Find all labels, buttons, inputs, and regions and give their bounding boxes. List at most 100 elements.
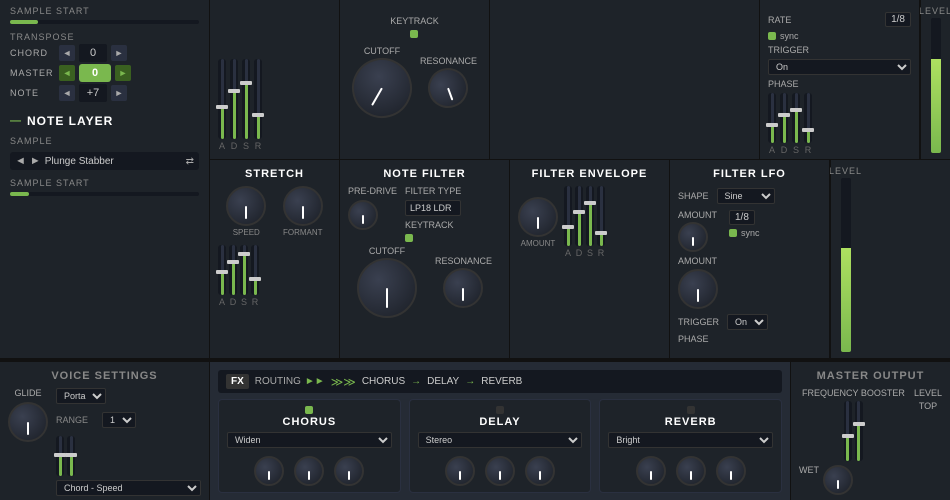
note-filter-cutoff-label: CUTOFF	[369, 246, 405, 256]
chorus-led[interactable]	[305, 406, 313, 414]
shape-dropdown[interactable]: Sine Square Saw	[717, 188, 775, 204]
delay-knob-1[interactable]	[445, 456, 475, 486]
pre-drive-label: PRE-DRIVE	[348, 186, 397, 196]
range-dropdown[interactable]: 1 2	[102, 412, 136, 428]
lfo-sync-label: sync	[741, 228, 760, 238]
stretch-fader-A[interactable]: A	[218, 245, 226, 307]
chorus-knob-2[interactable]	[294, 456, 324, 486]
stretch-fader-R[interactable]: R	[251, 245, 259, 307]
reverb-panel: REVERB Bright	[599, 399, 782, 493]
routing-label: ROUTING	[255, 376, 301, 387]
delay-knob-2[interactable]	[485, 456, 515, 486]
env-fader-D[interactable]: D	[575, 186, 583, 258]
wet-knob[interactable]	[823, 465, 853, 495]
master-decrement[interactable]: ◄	[59, 65, 75, 81]
delay-knob-3[interactable]	[525, 456, 555, 486]
filter-lfo-panel: FILTER LFO SHAPE Sine Square Saw	[670, 160, 830, 358]
lfo-amount-knob[interactable]	[678, 222, 708, 252]
fader-D[interactable]: D	[230, 59, 238, 151]
fader-A[interactable]: A	[218, 59, 226, 151]
env-fader-A[interactable]: A	[564, 186, 572, 258]
note-filter-cutoff-knob[interactable]	[357, 258, 417, 318]
arrow-1-icon: →	[411, 376, 421, 387]
lfo-rate-knob[interactable]	[678, 269, 718, 309]
sample-start-label: SAMPLE START	[10, 6, 199, 16]
prev-sample-btn[interactable]: ◄	[15, 155, 26, 167]
lfo-trigger-dropdown[interactable]: On Off	[727, 314, 768, 330]
freq-boost-fader-2[interactable]	[855, 401, 863, 461]
formant-label: FORMANT	[283, 228, 323, 237]
stretch-title: STRETCH	[218, 168, 331, 180]
lfo-trigger-label: TRIGGER	[678, 317, 719, 327]
stretch-fader-D[interactable]: D	[229, 245, 237, 307]
pre-drive-knob[interactable]	[348, 200, 378, 230]
cutoff-knob[interactable]	[341, 47, 423, 129]
trigger-dropdown-top[interactable]: On Off	[768, 59, 911, 75]
rate-value-top: 1/8	[885, 12, 911, 27]
note-filter-resonance-knob[interactable]	[443, 268, 483, 308]
lfo-fader-A[interactable]: A	[768, 93, 776, 155]
resonance-knob[interactable]	[423, 62, 474, 113]
filter-env-amount-knob[interactable]	[518, 197, 558, 237]
lfo-rate-value: 1/8	[729, 210, 755, 225]
sync-label-top: sync	[780, 31, 799, 41]
rate-label-top: RATE	[768, 15, 791, 25]
reverb-knob-1[interactable]	[636, 456, 666, 486]
voice-fader-1[interactable]	[56, 436, 64, 476]
chorus-knob-1[interactable]	[254, 456, 284, 486]
filter-envelope-panel: FILTER ENVELOPE AMOUNT	[510, 160, 670, 358]
sync-led-top[interactable]	[768, 32, 776, 40]
sample-start-slider[interactable]	[10, 20, 199, 24]
note-filter-keytrack-led[interactable]	[405, 234, 413, 242]
env-fader-S[interactable]: S	[586, 186, 594, 258]
delay-preset[interactable]: Stereo	[418, 432, 583, 448]
note-filter-resonance-label: RESONANCE	[435, 256, 492, 266]
note-value: +7	[79, 84, 107, 102]
chord-increment[interactable]: ►	[111, 45, 127, 61]
sample-start-2-section: SAMPLE START	[10, 178, 199, 200]
sample-start-section: SAMPLE START	[10, 6, 199, 28]
note-decrement[interactable]: ◄	[59, 85, 75, 101]
stretch-fader-S[interactable]: S	[240, 245, 248, 307]
chord-label: CHORD	[10, 48, 55, 58]
delay-title: DELAY	[418, 416, 583, 428]
porta-dropdown[interactable]: Porta Glide	[56, 388, 106, 404]
stretch-panel: STRETCH SPEED FORMANT	[210, 160, 340, 358]
env-fader-R[interactable]: R	[597, 186, 605, 258]
freq-boost-fader-1[interactable]	[844, 401, 852, 461]
note-increment[interactable]: ►	[111, 85, 127, 101]
lfo-fader-D[interactable]: D	[780, 93, 788, 155]
chorus-knob-3[interactable]	[334, 456, 364, 486]
lfo-fader-S[interactable]: S	[792, 93, 800, 155]
delay-led[interactable]	[496, 406, 504, 414]
reverb-knob-2[interactable]	[676, 456, 706, 486]
voice-settings-title: VOICE SETTINGS	[8, 370, 201, 382]
lfo-fader-R[interactable]: R	[804, 93, 812, 155]
fader-R[interactable]: R	[254, 59, 262, 151]
reverb-preset[interactable]: Bright	[608, 432, 773, 448]
sample-start-2-label: SAMPLE START	[10, 178, 199, 188]
formant-knob[interactable]	[283, 186, 323, 226]
sample-selector[interactable]: ◄ ► Plunge Stabber ⇄	[10, 152, 199, 170]
chorus-preset[interactable]: Widen	[227, 432, 392, 448]
lfo-rate-label: AMOUNT	[678, 256, 717, 266]
fader-S[interactable]: S	[242, 59, 250, 151]
voice-fader-2[interactable]	[67, 436, 75, 476]
chord-decrement[interactable]: ◄	[59, 45, 75, 61]
speed-knob[interactable]	[226, 186, 266, 226]
next-sample-btn[interactable]: ►	[30, 155, 41, 167]
master-level-label: LEVEL	[914, 388, 942, 398]
keytrack-led[interactable]	[410, 30, 418, 38]
reverb-knob-3[interactable]	[716, 456, 746, 486]
filter-type-dropdown[interactable]: LP18 LDR HP12 BP12	[405, 200, 461, 216]
lfo-sync-led[interactable]	[729, 229, 737, 237]
master-increment[interactable]: ►	[115, 65, 131, 81]
master-label: MASTER	[10, 68, 55, 78]
sample-start-2-slider[interactable]	[10, 192, 199, 196]
shuffle-btn[interactable]: ⇄	[186, 156, 194, 167]
reverb-led[interactable]	[687, 406, 695, 414]
chord-speed-dropdown[interactable]: Chord - Speed	[56, 480, 201, 496]
master-value: 0	[79, 64, 111, 82]
glide-knob[interactable]	[8, 402, 48, 442]
level-panel-top: LEVEL	[920, 0, 950, 159]
